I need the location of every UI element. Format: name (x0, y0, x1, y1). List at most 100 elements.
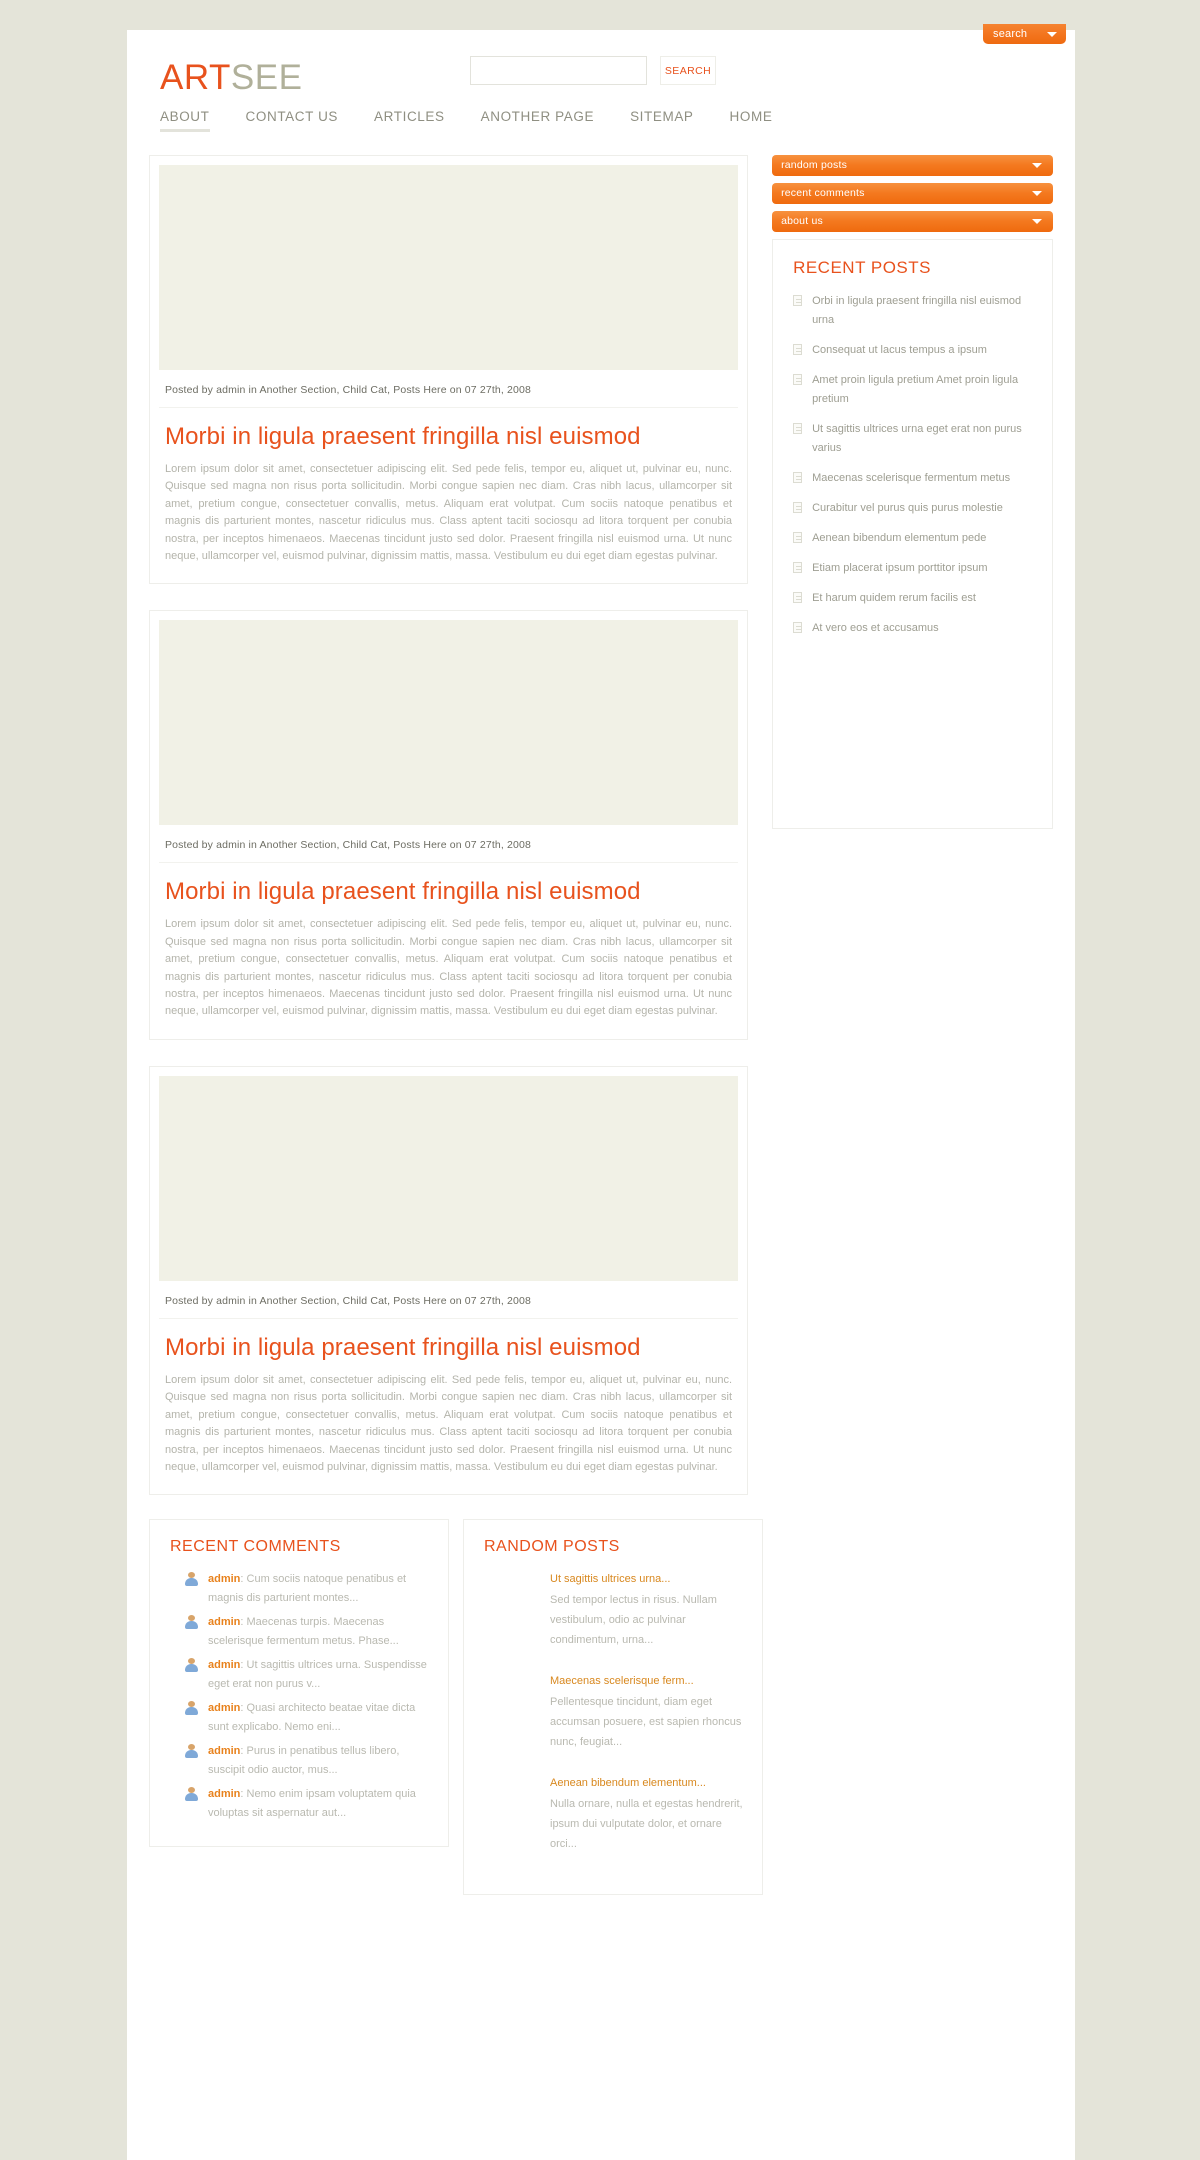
post-card: Posted by admin in Another Section, Chil… (149, 1065, 749, 1496)
site-logo[interactable]: ARTSEE (160, 58, 302, 98)
bottom-widgets: RECENT COMMENTS admin: Cum sociis natoqu… (127, 1519, 1075, 1896)
nav-item-articles[interactable]: ARTICLES (374, 108, 445, 132)
recent-post-link[interactable]: Etiam placerat ipsum porttitor ipsum (812, 559, 987, 578)
document-icon (793, 562, 803, 573)
post-title[interactable]: Morbi in ligula praesent fringilla nisl … (159, 408, 738, 457)
nav-link-articles[interactable]: ARTICLES (374, 109, 445, 129)
recent-post-link[interactable]: Et harum quidem rerum facilis est (812, 589, 976, 608)
sidebar: random posts recent comments about us RE… (772, 155, 1053, 829)
recent-comments-list: admin: Cum sociis natoque penatibus et m… (164, 1570, 434, 1823)
search-button[interactable]: SEARCH (660, 56, 716, 85)
recent-post-link[interactable]: Maecenas scelerisque fermentum metus (812, 469, 1010, 488)
comment-author[interactable]: admin (208, 1702, 240, 1714)
accordion-about-us[interactable]: about us (772, 211, 1053, 232)
post-card: Posted by admin in Another Section, Chil… (149, 610, 749, 1040)
random-posts-title: RANDOM POSTS (484, 1538, 620, 1556)
page-canvas: ARTSEE SEARCH ABOUT CONTACT US ARTICLES … (127, 30, 1075, 2160)
accordion-label: recent comments (781, 187, 865, 199)
avatar-icon (184, 1744, 199, 1759)
recent-posts-title: RECENT POSTS (793, 258, 931, 277)
recent-post-link[interactable]: Orbi in ligula praesent fringilla nisl e… (812, 292, 1036, 330)
post-title[interactable]: Morbi in ligula praesent fringilla nisl … (159, 863, 738, 912)
post-thumbnail[interactable] (159, 620, 739, 826)
random-post-link[interactable]: Maecenas scelerisque ferm... (550, 1672, 748, 1691)
comment-author[interactable]: admin (208, 1659, 240, 1671)
nav-item-about[interactable]: ABOUT (160, 108, 210, 132)
random-post-excerpt: Pellentesque tincidunt, diam eget accums… (550, 1696, 742, 1749)
post-thumbnail[interactable] (159, 165, 739, 370)
recent-post-link[interactable]: Consequat ut lacus tempus a ipsum (812, 341, 987, 360)
list-item[interactable]: Et harum quidem rerum facilis est (789, 589, 1036, 608)
avatar-icon (184, 1615, 199, 1630)
list-item[interactable]: Curabitur vel purus quis purus molestie (789, 499, 1036, 518)
post-body: Lorem ipsum dolor sit amet, consectetuer… (165, 918, 733, 1018)
avatar-icon (184, 1572, 199, 1587)
comment-author[interactable]: admin (208, 1788, 240, 1800)
random-post-link[interactable]: Ut sagittis ultrices urna... (550, 1570, 748, 1589)
list-item[interactable]: Aenean bibendum elementum... Nulla ornar… (550, 1774, 748, 1854)
comment-author[interactable]: admin (208, 1616, 240, 1628)
document-icon (793, 344, 803, 355)
comment-text: admin: Cum sociis natoque penatibus et m… (208, 1570, 434, 1608)
post-body: Lorem ipsum dolor sit amet, consectetuer… (165, 463, 733, 563)
recent-post-link[interactable]: Ut sagittis ultrices urna eget erat non … (812, 420, 1036, 458)
list-item[interactable]: Ut sagittis ultrices urna... Sed tempor … (550, 1570, 748, 1650)
list-item[interactable]: At vero eos et accusamus (789, 619, 1036, 638)
nav-link-sitemap[interactable]: SITEMAP (630, 109, 693, 129)
document-icon (793, 295, 803, 306)
content-columns: Posted by admin in Another Section, Chil… (127, 148, 1075, 1521)
list-item[interactable]: admin: Quasi architecto beatae vitae dic… (168, 1699, 434, 1737)
random-posts-widget: RANDOM POSTS Ut sagittis ultrices urna..… (463, 1519, 763, 1896)
accordion-recent-comments[interactable]: recent comments (772, 183, 1053, 204)
list-item[interactable]: Amet proin ligula pretium Amet proin lig… (789, 371, 1036, 409)
recent-post-link[interactable]: Amet proin ligula pretium Amet proin lig… (812, 371, 1036, 409)
post-meta: Posted by admin in Another Section, Chil… (159, 370, 739, 408)
recent-post-link[interactable]: Aenean bibendum elementum pede (812, 529, 986, 548)
comment-author[interactable]: admin (208, 1745, 240, 1757)
post-body: Lorem ipsum dolor sit amet, consectetuer… (165, 1373, 733, 1473)
nav-item-another-page[interactable]: ANOTHER PAGE (481, 108, 594, 132)
accordion-random-posts[interactable]: random posts (772, 155, 1053, 176)
list-item[interactable]: admin: Cum sociis natoque penatibus et m… (168, 1570, 434, 1608)
search-input[interactable] (470, 56, 647, 85)
list-item[interactable]: Maecenas scelerisque ferm... Pellentesqu… (550, 1672, 748, 1752)
nav-link-home[interactable]: HOME (730, 109, 773, 129)
nav-link-contact-us[interactable]: CONTACT US (246, 109, 339, 129)
logo-art: ART (160, 58, 231, 97)
list-item[interactable]: admin: Ut sagittis ultrices urna. Suspen… (168, 1656, 434, 1694)
list-item[interactable]: Etiam placerat ipsum porttitor ipsum (789, 559, 1036, 578)
comment-snippet: : Quasi architecto beatae vitae dicta su… (208, 1702, 416, 1734)
search-tab-button[interactable]: search (983, 24, 1066, 44)
post-title[interactable]: Morbi in ligula praesent fringilla nisl … (159, 1319, 738, 1368)
document-icon (793, 472, 803, 483)
list-item[interactable]: admin: Purus in penatibus tellus libero,… (168, 1742, 434, 1780)
random-posts-list: Ut sagittis ultrices urna... Sed tempor … (478, 1570, 748, 1854)
list-item[interactable]: admin: Maecenas turpis. Maecenas sceleri… (168, 1613, 434, 1651)
list-item[interactable]: admin: Nemo enim ipsam voluptatem quia v… (168, 1785, 434, 1823)
nav-link-another-page[interactable]: ANOTHER PAGE (481, 109, 594, 129)
avatar-icon (184, 1701, 199, 1716)
comment-snippet: : Nemo enim ipsam voluptatem quia volupt… (208, 1788, 416, 1820)
random-post-excerpt: Nulla ornare, nulla et egestas hendrerit… (550, 1798, 743, 1851)
post-thumbnail[interactable] (159, 1075, 739, 1281)
nav-item-sitemap[interactable]: SITEMAP (630, 108, 693, 132)
comment-author[interactable]: admin (208, 1573, 240, 1585)
recent-comments-widget: RECENT COMMENTS admin: Cum sociis natoqu… (149, 1519, 449, 1848)
site-header: ARTSEE SEARCH (127, 30, 1075, 108)
list-item[interactable]: Consequat ut lacus tempus a ipsum (789, 341, 1036, 360)
recent-comments-title: RECENT COMMENTS (170, 1538, 341, 1556)
nav-link-about[interactable]: ABOUT (160, 109, 210, 132)
list-item[interactable]: Aenean bibendum elementum pede (789, 529, 1036, 548)
random-post-link[interactable]: Aenean bibendum elementum... (550, 1774, 748, 1793)
recent-post-link[interactable]: At vero eos et accusamus (812, 619, 939, 638)
main-navigation: ABOUT CONTACT US ARTICLES ANOTHER PAGE S… (127, 108, 1075, 148)
recent-post-link[interactable]: Curabitur vel purus quis purus molestie (812, 499, 1003, 518)
accordion-label: about us (781, 215, 823, 227)
list-item[interactable]: Ut sagittis ultrices urna eget erat non … (789, 420, 1036, 458)
nav-item-home[interactable]: HOME (730, 108, 773, 132)
list-item[interactable]: Maecenas scelerisque fermentum metus (789, 469, 1036, 488)
search-form: SEARCH (470, 56, 716, 85)
list-item[interactable]: Orbi in ligula praesent fringilla nisl e… (789, 292, 1036, 330)
post-card: Posted by admin in Another Section, Chil… (149, 155, 749, 585)
nav-item-contact-us[interactable]: CONTACT US (246, 108, 339, 132)
